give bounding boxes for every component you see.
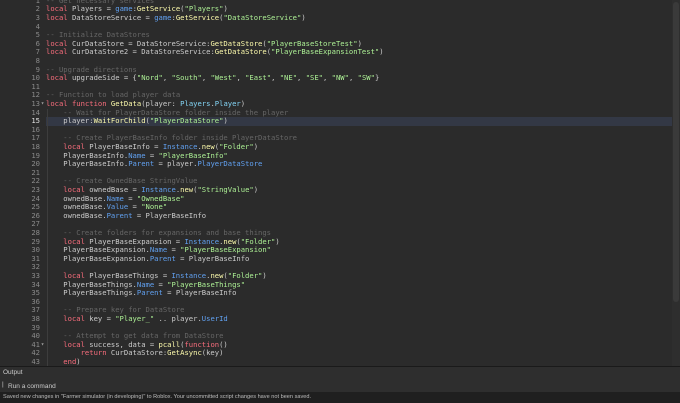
code-token: ownedBase. [63,210,107,220]
command-prompt-caret: | [2,381,4,388]
code-token: , [236,73,246,83]
code-token: "DataStoreService" [223,13,302,22]
code-token: local [63,314,85,323]
code-line[interactable]: local upgradeSide = {"Nord", "South", "W… [46,73,672,83]
code-token: ) [262,271,267,280]
code-token: local [46,47,68,57]
code-token: } [374,73,380,83]
status-bar: Saved new changes in "Farmer simulator (… [0,392,680,403]
line-number: 43 [31,357,40,366]
code-token: "SW" [357,73,375,83]
code-token: "StringValue" [197,185,254,194]
code-token: "East" [245,73,272,83]
line-number: 6 [35,38,40,48]
code-token: ) [275,236,280,246]
code-token: "SE" [305,73,323,83]
code-line[interactable]: return CurDataStore:GetAsync(key) [46,349,672,358]
code-token: PlayerBaseThings. [63,288,137,298]
code-token: ) [301,13,306,22]
command-input[interactable] [8,380,668,392]
code-token: CurDataStore: [106,348,168,358]
code-token: local [46,73,68,83]
code-token: ) [223,116,228,126]
code-token: ) [253,142,259,151]
line-number-gutter: 1 2 3 4 5 6 7 8 9 10 11 12 13 ▾ 14 15 16 17 18 19 20 21 22 23 24… [0,0,46,366]
code-token: .. player. [154,314,202,323]
line-number: 8 [35,56,40,65]
code-token: PlayerBaseExpansion. [63,253,150,263]
code-line[interactable]: end) [46,357,672,366]
code-token: end [63,357,77,366]
code-token: Parent [136,288,163,298]
code-token: (key) [201,348,224,358]
code-token: DataStoreService = [67,13,155,22]
code-token: , [297,73,306,83]
code-token: GetAsync [167,348,202,358]
line-number: 3 [35,13,40,22]
code-token: return [80,348,107,358]
code-token: PlayerBaseInfo. [63,159,129,169]
fold-arrow-icon[interactable]: ▾ [39,100,46,109]
code-token: UserId [201,314,228,323]
line-number: 2 [35,4,40,14]
code-token: = player. [154,159,198,169]
code-token: "South" [171,73,202,83]
code-line[interactable]: PlayerBaseInfo.Parent = player.PlayerDat… [46,159,672,169]
code-token: PlayerDataStore [197,159,263,169]
code-token: "West" [210,73,237,83]
code-token: "PlayerBaseExpansionTest" [271,47,380,57]
code-line[interactable]: player:WaitForChild("PlayerDataStore") [46,116,672,126]
code-token: "Nord" [136,73,163,83]
output-panel: Output | [0,366,680,392]
code-line[interactable]: PlayerBaseThings.Parent = PlayerBaseInfo [46,288,672,298]
code-token: "NE" [279,73,298,83]
code-token: player: [63,116,94,126]
code-token: WaitForChild [93,116,146,126]
code-token: = PlayerBaseInfo [132,210,207,220]
code-token: upgradeSide = { [67,73,137,83]
code-token: Parent [128,159,155,169]
code-token: key = [84,314,116,323]
code-token: ) [379,47,384,57]
code-line[interactable]: local DataStoreService = game:GetService… [46,13,672,23]
code-line[interactable]: ownedBase.Parent = PlayerBaseInfo [46,210,672,221]
code-token: , [323,73,332,83]
code-token: , [162,73,172,83]
code-token: , [348,73,358,83]
status-message: Saved new changes in "Farmer simulator (… [3,394,312,400]
code-token: Parent [106,210,133,220]
output-panel-title: Output [3,369,23,376]
script-editor[interactable]: 1 2 3 4 5 6 7 8 9 10 11 12 13 ▾ 14 15 16 17 18 19 20 21 22 23 24… [0,0,680,366]
code-token: = PlayerBaseInfo [175,253,250,263]
code-line[interactable]: local key = "Player_" .. player.UserId [46,314,672,324]
code-token: Parent [149,253,176,263]
code-line[interactable] [46,57,672,66]
command-bar[interactable]: | [0,380,680,392]
line-number: 4 [35,21,40,31]
fold-arrow-icon[interactable]: ▾ [39,341,46,350]
code-area[interactable]: -- Get necessary services local Players =… [46,0,672,366]
indent-guide [47,108,48,366]
code-token: "PlayerDataStore" [149,116,224,126]
line-number: 7 [35,47,40,57]
code-token: ) [76,357,81,366]
line-number: 5 [35,30,40,40]
code-token: GetDataStore [214,47,267,57]
code-token: , [271,73,280,83]
code-token: "Player_" [115,314,155,323]
code-line[interactable]: local CurDataStore2 = DataStoreService:G… [46,48,672,57]
vertical-scrollbar[interactable] [672,0,680,366]
code-token: "NW" [331,73,349,83]
code-token: game [154,13,172,22]
code-line[interactable]: PlayerBaseExpansion.Parent = PlayerBaseI… [46,253,672,264]
scrollbar-thumb[interactable] [673,2,679,302]
code-token: local [46,13,68,22]
code-token: ) [253,185,259,194]
code-token: CurDataStore2 = DataStoreService: [67,47,215,57]
code-token: = PlayerBaseInfo [162,288,237,298]
code-token: GetService [175,13,220,22]
